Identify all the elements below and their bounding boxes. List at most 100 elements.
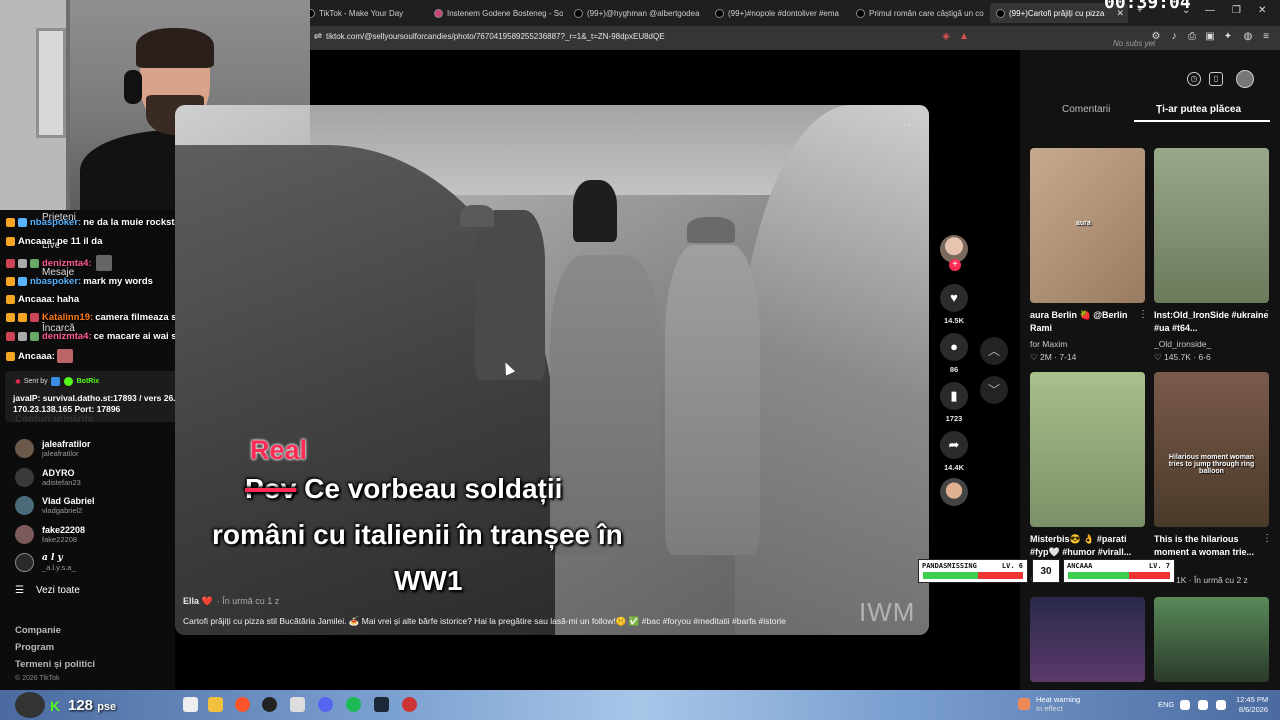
app-icon[interactable] — [402, 697, 417, 712]
vpn-icon[interactable]: ◍ — [1242, 31, 1254, 43]
next-video-button[interactable]: ﹀ — [980, 376, 1008, 404]
caption-line: români cu italienii în tranșee în — [212, 519, 623, 550]
more-icon[interactable]: ⋮ — [1262, 309, 1272, 320]
stream-timer: 00:39:04 — [1104, 0, 1191, 13]
device-icon[interactable]: ▯ — [1209, 72, 1223, 86]
profile-avatar[interactable] — [1236, 70, 1254, 88]
followed-account[interactable]: fake22208 fake22208 — [15, 523, 85, 545]
bookmark-icon[interactable]: ⎙ — [1186, 31, 1198, 43]
right-panel: ◷ ▯ — [1020, 50, 1280, 690]
tab-recommended[interactable]: Ți-ar putea plăcea — [1156, 104, 1241, 115]
sound-avatar[interactable] — [940, 478, 968, 506]
video-thumbnail[interactable]: aura — [1030, 148, 1145, 303]
card-title[interactable]: aura Berlin 🍓 @Berlin Rami — [1030, 309, 1146, 335]
compass-icon[interactable]: ◷ — [1187, 72, 1201, 86]
badge-icon — [18, 313, 27, 322]
save-count: 1723 — [945, 414, 963, 423]
badge-icon — [30, 332, 39, 341]
share-button[interactable]: ➦ — [940, 431, 968, 459]
obs-icon[interactable] — [262, 697, 277, 712]
tiktok-icon — [715, 8, 724, 18]
close-window-icon[interactable]: ✕ — [1258, 5, 1266, 16]
video-author[interactable]: Ella ❤️ · În urmă cu 1 z — [183, 596, 279, 607]
footer-company[interactable]: Companie — [15, 625, 61, 636]
card-stats: ♡ 2M · 7-14 — [1030, 352, 1077, 362]
more-icon[interactable]: ⋮ — [1262, 533, 1272, 544]
rewards-icon[interactable]: ▲ — [958, 31, 970, 43]
tab-comments[interactable]: Comentarii — [1062, 104, 1110, 115]
previous-video-button[interactable]: ︿ — [980, 337, 1008, 365]
chevron-down-icon: ﹀ — [987, 383, 1000, 397]
caption-line: WW1 — [394, 565, 463, 596]
browser-tab[interactable]: Primul român care câștigă un co — [850, 3, 985, 23]
video-thumbnail[interactable] — [1030, 372, 1145, 527]
hp-fill — [1068, 572, 1130, 579]
footer-terms[interactable]: Termeni și politici — [15, 659, 95, 670]
video-player[interactable]: ··· Real Pov Ce vorbeau soldații români … — [175, 105, 929, 635]
more-options-icon[interactable]: ··· — [902, 117, 917, 131]
followed-account[interactable]: ADYRO adistefan23 — [15, 466, 81, 488]
followed-account[interactable]: Vlad Gabriel vladgabriel2 — [15, 494, 95, 516]
battery-icon[interactable] — [1216, 700, 1226, 710]
photo-hat — [573, 180, 617, 242]
card-author[interactable]: _Old_ironside_ — [1154, 339, 1211, 349]
card-title[interactable]: Misterbis😎 👌 #parati #fyp🤍 #humor #viral… — [1030, 533, 1146, 559]
weather-widget[interactable]: Heat warning In effect — [1036, 695, 1080, 713]
video-thumbnail[interactable]: Hilarious moment woman tries to jump thr… — [1154, 372, 1269, 527]
save-button[interactable]: ▮ — [940, 382, 968, 410]
video-thumbnail[interactable] — [1030, 597, 1145, 682]
chat-message: Ancaaa: haha — [6, 294, 79, 305]
video-thumbnail[interactable] — [1154, 597, 1269, 682]
card-author[interactable]: for Maxim — [1030, 339, 1067, 349]
brave-shield-icon[interactable]: ◈ — [940, 31, 952, 43]
emote-icon — [56, 349, 73, 363]
site-info-icon[interactable]: ⇌ — [312, 31, 324, 43]
video-thumbnail[interactable] — [1154, 148, 1269, 303]
streamer-hair — [136, 28, 214, 68]
badge-icon — [6, 332, 15, 341]
chat-message: denizmta4: ce macare ai wai sonl? — [6, 331, 197, 342]
minimize-icon[interactable]: — — [1205, 5, 1215, 16]
notepad-icon[interactable] — [290, 697, 305, 712]
see-all-link[interactable]: ☰ Vezi toate — [15, 585, 80, 596]
file-explorer-icon[interactable] — [208, 697, 223, 712]
like-button[interactable]: ♥ — [940, 284, 968, 312]
comment-button[interactable]: ● — [940, 333, 968, 361]
maximize-icon[interactable]: ❐ — [1232, 5, 1241, 16]
followed-account[interactable]: jaleafratilor jaleafratilor — [15, 437, 91, 459]
spotify-icon[interactable] — [346, 697, 361, 712]
badge-icon — [18, 218, 27, 227]
browser-tab[interactable]: Instenem Godene Bosteneg - So — [428, 3, 563, 23]
chat-message: denizmta4: — [6, 255, 113, 271]
clock[interactable]: 12:45 PM 8/6/2026 — [1236, 695, 1268, 715]
brave-icon[interactable] — [235, 697, 250, 712]
heart-icon: ♥ — [950, 290, 958, 305]
task-view-icon[interactable] — [183, 697, 198, 712]
share-count: 14.4K — [943, 463, 964, 472]
language-indicator[interactable]: ENG — [1158, 700, 1174, 709]
browser-tab[interactable]: (99+)#nopole #dontoliver #ema — [709, 3, 844, 23]
more-icon[interactable]: ⋮ — [1138, 309, 1148, 320]
followed-account[interactable]: a l y _a.l.y.s.a_ — [15, 551, 76, 573]
menu-icon[interactable]: ≡ — [1260, 31, 1272, 43]
verified-icon — [63, 377, 73, 386]
sidebar-icon[interactable]: ▣ — [1204, 31, 1216, 43]
follow-plus-icon[interactable]: + — [949, 259, 961, 271]
card-title[interactable]: This is the hilarious moment a woman tri… — [1154, 533, 1270, 559]
network-icon[interactable] — [1180, 700, 1190, 710]
weather-icon[interactable] — [1018, 698, 1030, 710]
browser-tab[interactable]: TikTok - Make Your Day — [300, 3, 428, 23]
url-text[interactable]: tiktok.com/@sellyoursoulforcandies/photo… — [326, 32, 665, 41]
badge-icon — [6, 313, 15, 322]
discord-icon[interactable] — [318, 697, 333, 712]
ai-icon[interactable]: ✦ — [1222, 31, 1234, 43]
card-stats: 1K · În urmă cu 2 z — [1176, 575, 1248, 585]
steam-icon[interactable] — [374, 697, 389, 712]
badge-icon — [30, 313, 39, 322]
browser-tab[interactable]: (99+)@hyghman @albertgodea — [568, 3, 703, 23]
photo-soldier — [475, 210, 545, 380]
footer-program[interactable]: Program — [15, 642, 54, 653]
volume-icon[interactable] — [1198, 700, 1208, 710]
music-icon[interactable]: ♪ — [1168, 31, 1180, 43]
card-title[interactable]: Inst:Old_IronSide #ukraine #ua #t64... — [1154, 309, 1270, 335]
